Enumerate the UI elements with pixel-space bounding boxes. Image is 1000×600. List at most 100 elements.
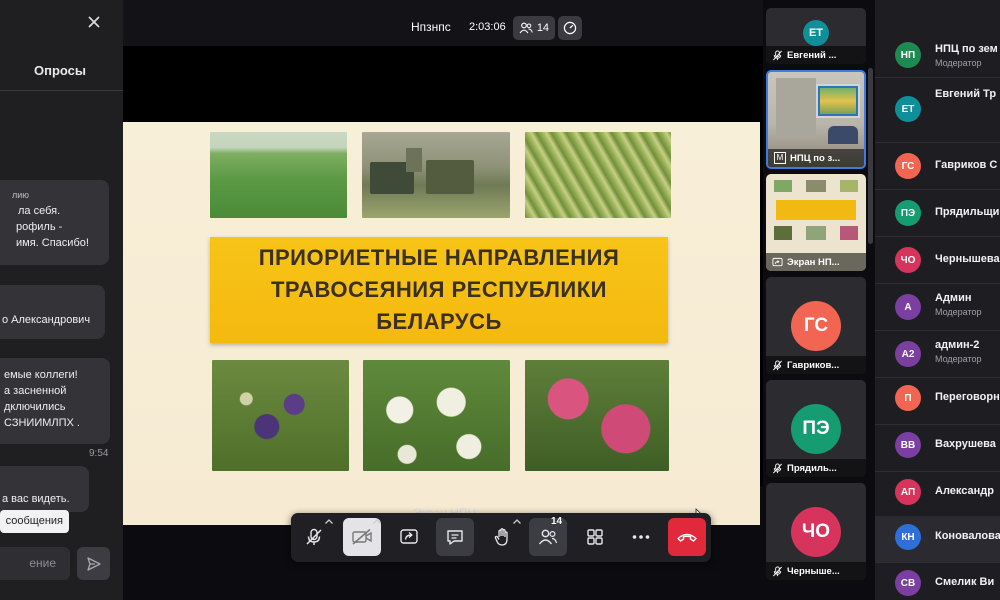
tile-name-bar: М НПЦ по з... [768,149,864,167]
top-bar: Нпзнпс 2:03:06 14 [123,0,763,46]
participant-name: Александр [935,485,994,497]
participant-name: Админ [935,292,972,304]
room-name: Нпзнпс [411,20,451,34]
participant-role: Модератор [935,307,982,317]
tile-initial: М [774,152,786,164]
layout-button[interactable] [576,518,614,556]
avatar: ГС [791,301,841,351]
message-line: а засненной [4,385,67,397]
chat-button[interactable] [436,518,474,556]
avatar: А2 [895,341,921,367]
connection-quality-button[interactable] [558,16,582,40]
participants-count-button[interactable]: 14 [513,16,555,40]
tile-name-bar: Евгений ... [766,46,866,64]
participant-name: админ-2 [935,339,980,351]
participant-row[interactable]: АП Александр [875,472,1000,519]
participant-row[interactable]: ГС Гавриков С [875,143,1000,190]
call-timer: 2:03:06 [469,21,506,33]
avatar: КН [895,524,921,550]
avatar: П [895,385,921,411]
avatar: А [895,294,921,320]
participant-name: Гавриков С [935,159,998,171]
field-photo [210,132,347,218]
chat-message: емые коллеги! а засненной дключились СЗН… [0,358,110,444]
tile-name-bar: Прядиль... [766,459,866,477]
participant-name: Вахрушева [935,438,996,450]
mic-muted-icon [773,359,782,370]
grass-closeup-photo [525,132,671,218]
end-call-button[interactable] [668,518,706,556]
slide-title-banner: ПРИОРИЕТНЫЕ НАПРАВЛЕНИЯ ТРАВОСЕЯНИЯ РЕСП… [210,237,668,343]
message-line: ла себя. [18,205,61,217]
hand-options-button[interactable] [510,516,523,527]
video-tile[interactable]: ГС Гавриков... [766,277,866,374]
message-time: 9:54 [89,448,109,459]
more-icon [632,535,650,539]
participant-name: Переговорн [935,391,1000,403]
close-icon[interactable] [86,14,102,30]
hang-up-icon [677,533,697,542]
tile-name: Экран НП... [787,256,840,268]
message-line: рофиль - [16,221,63,233]
presentation-slide: ПРИОРИЕТНЫЕ НАПРАВЛЕНИЯ ТРАВОСЕЯНИЯ РЕСП… [123,122,760,525]
avatar: ВВ [895,432,921,458]
message-input[interactable]: ение [0,547,70,580]
tiles-scrollbar[interactable] [868,68,873,244]
microphone-options-button[interactable] [322,516,335,527]
chat-panel: Опросы лию ла себя. рофиль - имя. Спасиб… [0,0,123,600]
participant-row[interactable]: ПЭ Прядильщи [875,190,1000,237]
avatar: ПЭ [895,200,921,226]
participant-row[interactable]: НП НПЦ по зем Модератор [875,32,1000,78]
avatar: ЕТ [895,96,921,122]
video-tile[interactable]: ПЭ Прядиль... [766,380,866,477]
hand-icon [494,528,508,546]
participant-row[interactable]: А2 админ-2 Модератор [875,331,1000,378]
participant-row[interactable]: ЧО Чернышева [875,237,1000,284]
participant-name: Чернышева [935,253,1000,265]
chat-message: лию ла себя. рофиль - имя. Спасибо! [0,180,109,265]
chat-icon [447,530,463,545]
message-line: о Александрович [2,314,91,326]
participant-row[interactable]: КН Коновалова [875,516,1000,563]
participant-row[interactable]: ВВ Вахрушева [875,425,1000,472]
participant-row[interactable]: А Админ Модератор [875,284,1000,331]
avatar: АП [895,479,921,505]
video-tile[interactable]: ЕТ Евгений ... [766,8,866,64]
red-clover-photo [525,360,669,471]
participants-panel: НП НПЦ по зем Модератор ЕТ Евгений Тр ГС… [875,0,1000,600]
screen-share-view: ПРИОРИЕТНЫЕ НАПРАВЛЕНИЯ ТРАВОСЕЯНИЯ РЕСП… [123,46,763,525]
participant-name: Коновалова [935,530,1000,542]
video-tile[interactable]: Экран НП... [766,174,866,271]
send-button[interactable] [77,547,110,580]
tile-name-bar: Экран НП... [766,253,866,271]
people-icon [538,529,558,545]
participant-row[interactable]: П Переговорн [875,378,1000,425]
avatar: СВ [895,570,921,596]
microphone-off-icon [306,528,322,545]
mic-muted-icon [773,462,782,473]
more-button[interactable] [622,518,660,556]
participant-row[interactable]: ЕТ Евгений Тр [875,78,1000,143]
alfalfa-photo [212,360,349,471]
mic-muted-icon [773,565,782,576]
avatar: ЧО [895,247,921,273]
send-icon [86,556,101,571]
participants-count: 14 [536,22,550,34]
gauge-icon [563,21,577,35]
chevron-up-icon [372,519,381,524]
tile-name-bar: Чернышe... [766,562,866,580]
slide-title-line: БЕЛАРУСЬ [376,309,502,334]
camera-options-button[interactable] [370,516,383,527]
participant-name: НПЦ по зем [935,43,998,55]
tab-polls[interactable]: Опросы [34,63,86,78]
avatar: ГС [895,153,921,179]
harvester-photo [362,132,510,218]
video-tile[interactable]: М НПЦ по з... [766,70,866,169]
share-screen-button[interactable] [390,518,428,556]
message-line: емые коллеги! [4,369,78,381]
video-tile[interactable]: ЧО Чернышe... [766,483,866,580]
participant-row[interactable]: СВ Смелик Ви [875,563,1000,600]
tile-name: Гавриков... [787,359,840,371]
avatar: ЕТ [803,20,829,46]
participant-role: Модератор [935,58,982,68]
